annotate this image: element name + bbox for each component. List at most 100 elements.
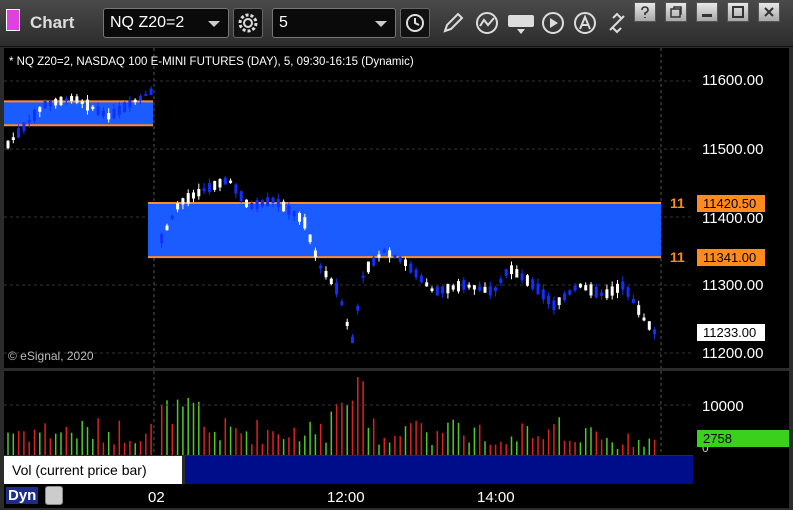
candle-body — [144, 93, 148, 96]
candle-body — [552, 300, 556, 311]
candle-body — [260, 200, 264, 207]
candle-body — [123, 102, 127, 113]
dyn-label[interactable]: Dyn — [6, 487, 39, 504]
candle-body — [282, 201, 286, 212]
level-zone — [148, 203, 661, 258]
get-data-button[interactable] — [506, 10, 536, 36]
candle-body — [22, 122, 26, 132]
candle-body — [345, 321, 349, 327]
volume-last-tag: 2758 — [697, 430, 789, 447]
candle-body — [531, 279, 535, 289]
candle-body — [117, 105, 121, 115]
clock-icon — [406, 14, 424, 32]
candle-body — [202, 188, 206, 192]
candle-body — [446, 283, 450, 294]
candle-body — [637, 305, 641, 315]
candle-body — [213, 180, 217, 190]
candle-body — [181, 198, 185, 205]
chevron-down-icon[interactable] — [208, 21, 220, 27]
candle-body — [605, 289, 609, 299]
play-icon — [542, 12, 564, 34]
candle-body — [372, 257, 376, 266]
candle-body — [176, 203, 180, 210]
candle-body — [229, 180, 233, 183]
candle-body — [616, 283, 619, 293]
candle-body — [520, 273, 524, 281]
candle-body — [494, 287, 498, 292]
alerts-button[interactable] — [572, 10, 598, 36]
last-price-tag: 11233.00 — [697, 324, 765, 341]
volume-legend: Vol (current price bar) — [4, 456, 182, 484]
price-tick-11200: 11200.00 — [702, 345, 764, 362]
candle-body — [515, 269, 519, 278]
candle-body — [287, 205, 291, 215]
candle-body — [409, 263, 413, 273]
candle-body — [276, 198, 280, 207]
volume-chart[interactable] — [4, 371, 693, 455]
link-icon — [609, 12, 625, 34]
minimize-icon — [702, 14, 712, 17]
chevron-down-icon[interactable] — [375, 21, 387, 27]
settings-button[interactable] — [233, 8, 263, 38]
restore-button[interactable] — [665, 2, 687, 22]
candle-body — [488, 286, 492, 296]
candle-body — [478, 286, 482, 291]
candle-body — [356, 305, 360, 311]
candle-body — [472, 285, 476, 290]
candle-body — [430, 288, 434, 292]
candle-body — [642, 317, 646, 321]
interval-value: 5 — [279, 14, 288, 31]
candle-body — [255, 200, 259, 210]
candle-body — [197, 189, 201, 197]
app-icon — [6, 9, 20, 31]
price-chart[interactable] — [4, 48, 693, 368]
close-button[interactable] — [758, 2, 780, 22]
candle-body — [425, 282, 429, 287]
pencil-icon — [443, 12, 464, 33]
candle-body — [292, 211, 296, 217]
lock-icon[interactable] — [45, 486, 63, 505]
maximize-button[interactable] — [727, 2, 749, 22]
candle-body — [584, 285, 588, 291]
help-icon — [641, 6, 649, 18]
candle-body — [647, 321, 651, 330]
study-line-icon — [476, 12, 498, 34]
candle-body — [128, 100, 132, 108]
candle-body — [234, 184, 238, 194]
level-upper-prefix: 11 — [670, 195, 685, 211]
candle-body — [324, 270, 328, 278]
candle-body — [457, 281, 460, 292]
candle-body — [435, 286, 439, 296]
candle-body — [271, 197, 275, 203]
candle-body — [525, 275, 529, 286]
replay-button[interactable] — [540, 10, 566, 36]
symbol-combo[interactable]: NQ Z20=2 — [103, 8, 229, 38]
studies-button[interactable] — [474, 10, 500, 36]
interval-combo[interactable]: 5 — [272, 8, 396, 38]
price-tick-11500: 11500.00 — [702, 141, 764, 158]
candle-body — [393, 255, 397, 258]
candle-body — [59, 96, 63, 106]
volume-axis[interactable] — [693, 371, 789, 484]
alert-a-icon — [574, 12, 596, 34]
candle-body — [547, 295, 551, 305]
get-icon — [508, 15, 534, 34]
close-icon — [764, 7, 774, 17]
candle-body — [11, 137, 15, 141]
restore-icon — [670, 6, 682, 18]
link-button[interactable] — [604, 10, 630, 36]
time-button[interactable] — [400, 8, 430, 38]
time-axis[interactable] — [4, 484, 789, 508]
candle-body — [313, 250, 317, 258]
candle-body — [6, 140, 10, 149]
level-lower-prefix: 11 — [670, 249, 685, 265]
minimize-button[interactable] — [696, 2, 718, 22]
candle-body — [610, 286, 614, 296]
candle-body — [64, 98, 68, 101]
candle-body — [186, 193, 190, 204]
pin-button[interactable] — [634, 2, 656, 22]
close-icon[interactable]: ✕ — [171, 455, 182, 471]
candle-body — [250, 203, 254, 209]
draw-tool-button[interactable] — [440, 10, 466, 36]
candle-body — [266, 197, 270, 207]
